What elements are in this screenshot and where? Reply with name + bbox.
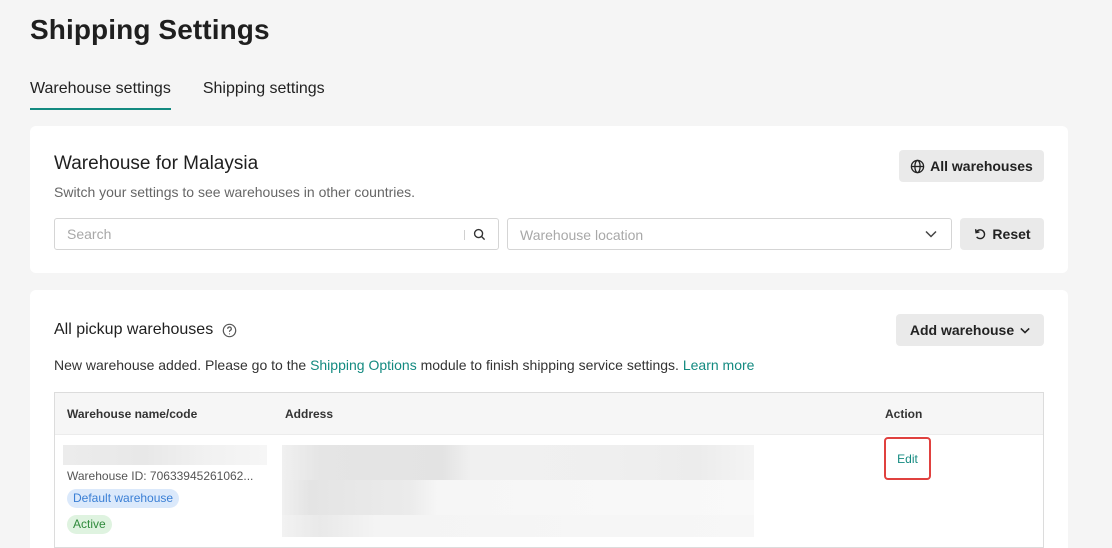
status-badge: Active: [67, 515, 112, 534]
notice-text-after: module to finish shipping service settin…: [416, 357, 683, 373]
reset-label: Reset: [992, 226, 1031, 242]
search-field[interactable]: [54, 218, 499, 250]
tab-shipping-settings[interactable]: Shipping settings: [203, 78, 325, 110]
page-title: Shipping Settings: [30, 14, 270, 45]
shipping-options-link[interactable]: Shipping Options: [310, 357, 417, 373]
table-header: Warehouse name/code Address Action: [55, 393, 1043, 435]
search-divider: [464, 230, 465, 240]
warehouse-filter-card: Warehouse for Malaysia Switch your setti…: [30, 126, 1068, 273]
warehouse-country-subtitle: Switch your settings to see warehouses i…: [54, 184, 416, 200]
chevron-down-icon: [1020, 327, 1030, 334]
globe-icon: [910, 159, 925, 173]
add-warehouse-label: Add warehouse: [909, 322, 1015, 338]
blurred-address: [282, 445, 754, 537]
warehouse-id: Warehouse ID: 70633945261062...: [67, 469, 254, 483]
reset-button[interactable]: Reset: [960, 218, 1044, 250]
pickup-warehouses-card: All pickup warehouses Add warehouse New …: [30, 290, 1068, 548]
column-header-name: Warehouse name/code: [67, 407, 198, 421]
warehouse-location-placeholder: Warehouse location: [520, 227, 644, 243]
warehouse-table: Warehouse name/code Address Action Wareh…: [54, 392, 1044, 548]
notice-text-before: New warehouse added. Please go to the: [54, 357, 311, 373]
chevron-down-icon: [925, 230, 937, 238]
add-warehouse-button[interactable]: Add warehouse: [896, 314, 1044, 346]
reset-icon: [975, 229, 986, 240]
column-header-address: Address: [285, 407, 334, 421]
pickup-title-text: All pickup warehouses: [54, 321, 214, 338]
edit-link[interactable]: Edit: [897, 452, 918, 466]
new-warehouse-notice: New warehouse added. Please go to the Sh…: [54, 357, 754, 373]
search-input[interactable]: [55, 219, 455, 249]
blurred-warehouse-name: [63, 445, 267, 465]
column-header-action: Action: [885, 407, 923, 421]
learn-more-link[interactable]: Learn more: [683, 357, 755, 373]
default-warehouse-badge: Default warehouse: [67, 489, 180, 508]
warehouse-country-title: Warehouse for Malaysia: [54, 153, 259, 174]
all-warehouses-button[interactable]: All warehouses: [899, 150, 1044, 182]
tab-bar: Warehouse settings Shipping settings: [30, 78, 357, 110]
pickup-warehouses-title: All pickup warehouses: [54, 321, 237, 339]
warehouse-location-select[interactable]: Warehouse location: [507, 218, 952, 250]
help-icon[interactable]: [222, 323, 237, 338]
tab-warehouse-settings[interactable]: Warehouse settings: [30, 78, 171, 110]
all-warehouses-label: All warehouses: [930, 158, 1033, 174]
edit-highlight-box: Edit: [884, 437, 931, 480]
search-icon[interactable]: [473, 228, 486, 241]
